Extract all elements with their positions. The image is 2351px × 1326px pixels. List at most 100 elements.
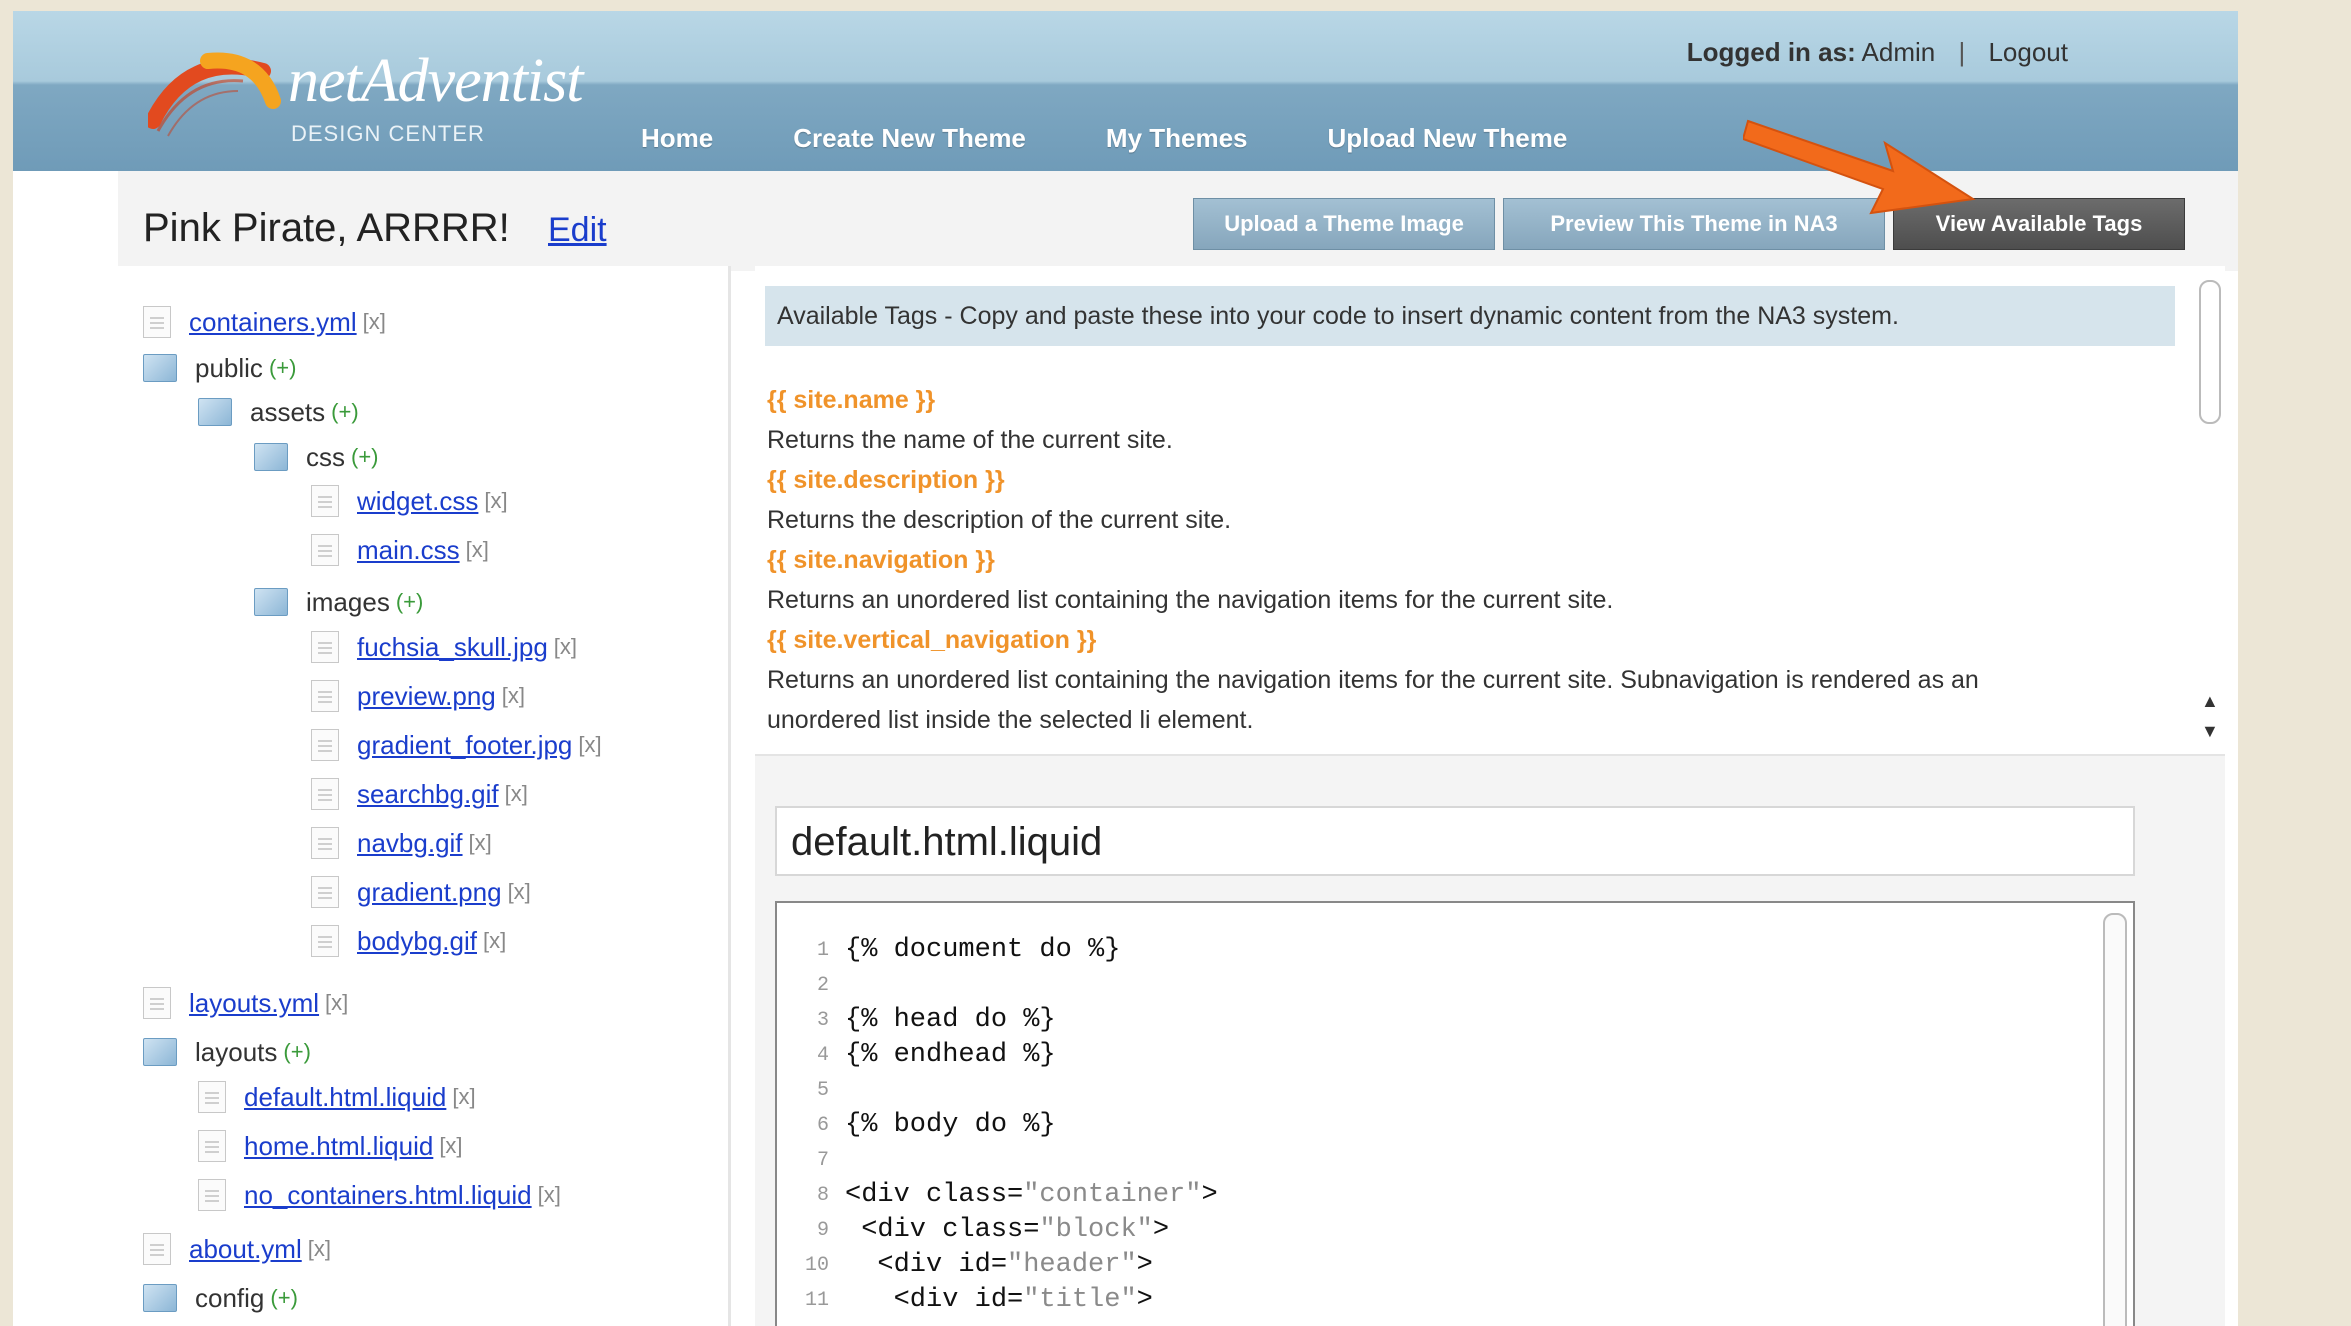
delete-file-icon[interactable]: [x]: [508, 879, 531, 905]
nav-my-themes[interactable]: My Themes: [1106, 123, 1248, 154]
tag-site-name: {{ site.name }}: [767, 386, 936, 414]
code-editor[interactable]: 1 {% document do %} 2 3 {% head do %} 4 {% …: [775, 901, 2135, 1326]
file-icon: [311, 778, 339, 810]
edit-title-link[interactable]: Edit: [548, 211, 607, 250]
tags-scrollbar[interactable]: ▲ ▼: [2195, 276, 2223, 746]
tree-folder-public: public (+): [143, 350, 296, 386]
tree-file-gradient-png: gradient.png [x]: [311, 874, 531, 910]
editor-area: default.html.liquid 1 {% document do %} 2…: [755, 756, 2225, 1326]
tag-site-vertical-navigation: {{ site.vertical_navigation }}: [767, 626, 1097, 654]
code-scrollbar[interactable]: [2103, 913, 2127, 1326]
nav-create-new-theme[interactable]: Create New Theme: [793, 123, 1026, 154]
folder-icon: [143, 1038, 177, 1066]
delete-file-icon[interactable]: [x]: [452, 1084, 475, 1110]
tree-file-widget-css: widget.css [x]: [311, 483, 508, 519]
file-link[interactable]: preview.png: [357, 681, 496, 712]
tree-file-preview-png: preview.png [x]: [311, 678, 525, 714]
folder-icon: [254, 588, 288, 616]
folder-name[interactable]: layouts: [195, 1037, 277, 1068]
delete-file-icon[interactable]: [x]: [554, 634, 577, 660]
delete-file-icon[interactable]: [x]: [325, 990, 348, 1016]
file-link[interactable]: containers.yml: [189, 307, 357, 338]
add-file-icon[interactable]: (+): [396, 589, 424, 615]
code-line: 8 <div class= "container" >: [816, 1180, 1218, 1210]
delete-file-icon[interactable]: [x]: [466, 537, 489, 563]
code-line: 4 {% endhead %}: [816, 1040, 1056, 1070]
nav-home[interactable]: Home: [641, 123, 713, 154]
delete-file-icon[interactable]: [x]: [363, 309, 386, 335]
file-link[interactable]: about.yml: [189, 1234, 302, 1265]
delete-file-icon[interactable]: [x]: [439, 1133, 462, 1159]
delete-file-icon[interactable]: [x]: [484, 488, 507, 514]
folder-name[interactable]: css: [306, 442, 345, 473]
logo[interactable]: netAdventist DESIGN CENTER: [145, 46, 618, 156]
file-link[interactable]: default.html.liquid: [244, 1082, 446, 1113]
scroll-down-icon[interactable]: ▼: [2201, 721, 2219, 742]
folder-icon: [254, 443, 288, 471]
logout-link[interactable]: Logout: [1988, 37, 2068, 67]
tree-file-no-containers-liquid: no_containers.html.liquid [x]: [198, 1177, 561, 1213]
folder-icon: [143, 354, 177, 382]
file-link[interactable]: searchbg.gif: [357, 779, 499, 810]
main-nav: Home Create New Theme My Themes Upload N…: [641, 123, 1647, 154]
tree-file-fuchsia-skull: fuchsia_skull.jpg [x]: [311, 629, 577, 665]
folder-name[interactable]: public: [195, 353, 263, 384]
tag-description: Returns an unordered list containing the…: [767, 666, 1979, 694]
delete-file-icon[interactable]: [x]: [483, 928, 506, 954]
scroll-thumb[interactable]: [2199, 280, 2221, 424]
tree-file-navbg: navbg.gif [x]: [311, 825, 492, 861]
add-file-icon[interactable]: (+): [283, 1039, 311, 1065]
file-link[interactable]: gradient_footer.jpg: [357, 730, 572, 761]
add-file-icon[interactable]: (+): [269, 355, 297, 381]
file-icon: [311, 925, 339, 957]
scroll-up-icon[interactable]: ▲: [2201, 691, 2219, 712]
tags-banner: Available Tags - Copy and paste these in…: [765, 286, 2175, 346]
file-link[interactable]: widget.css: [357, 486, 478, 517]
delete-file-icon[interactable]: [x]: [505, 781, 528, 807]
code-line: 6 {% body do %}: [816, 1110, 1056, 1140]
add-file-icon[interactable]: (+): [331, 399, 359, 425]
file-link[interactable]: bodybg.gif: [357, 926, 477, 957]
tree-file-home-liquid: home.html.liquid [x]: [198, 1128, 463, 1164]
logo-title: netAdventist: [288, 47, 583, 115]
tag-site-description: {{ site.description }}: [767, 466, 1005, 494]
tag-description: Returns the description of the current s…: [767, 506, 1232, 534]
tree-folder-images: images (+): [254, 584, 423, 620]
delete-file-icon[interactable]: [x]: [502, 683, 525, 709]
file-link[interactable]: main.css: [357, 535, 460, 566]
available-tags-panel: Available Tags - Copy and paste these in…: [755, 266, 2225, 756]
editor-filename-field[interactable]: default.html.liquid: [775, 806, 2135, 876]
file-icon: [311, 485, 339, 517]
folder-name[interactable]: assets: [250, 397, 325, 428]
arrow-pointer-icon: [1743, 119, 1976, 215]
delete-file-icon[interactable]: [x]: [469, 830, 492, 856]
file-link[interactable]: home.html.liquid: [244, 1131, 433, 1162]
add-file-icon[interactable]: (+): [270, 1285, 298, 1311]
file-link[interactable]: navbg.gif: [357, 828, 463, 859]
file-link[interactable]: gradient.png: [357, 877, 502, 908]
logged-in-user: Admin: [1861, 37, 1936, 67]
file-icon: [311, 534, 339, 566]
file-icon: [311, 827, 339, 859]
file-link[interactable]: fuchsia_skull.jpg: [357, 632, 548, 663]
file-link[interactable]: layouts.yml: [189, 988, 319, 1019]
tree-file-containers-yml: containers.yml [x]: [143, 304, 386, 340]
tree-file-gradient-footer: gradient_footer.jpg [x]: [311, 727, 602, 763]
page-title: Pink Pirate, ARRRR!: [143, 206, 510, 250]
code-line: 11 <div id= "title" >: [804, 1285, 1153, 1315]
file-tree: containers.yml [x] public (+) assets (+)…: [118, 266, 731, 1326]
folder-name[interactable]: config: [195, 1283, 264, 1314]
delete-file-icon[interactable]: [x]: [308, 1236, 331, 1262]
delete-file-icon[interactable]: [x]: [578, 732, 601, 758]
delete-file-icon[interactable]: [x]: [538, 1182, 561, 1208]
tag-description-continued: unordered list inside the selected li el…: [767, 706, 1254, 734]
file-link[interactable]: no_containers.html.liquid: [244, 1180, 532, 1211]
add-file-icon[interactable]: (+): [351, 444, 379, 470]
tree-folder-layouts: layouts (+): [143, 1034, 311, 1070]
nav-upload-new-theme[interactable]: Upload New Theme: [1328, 123, 1568, 154]
tree-file-searchbg: searchbg.gif [x]: [311, 776, 528, 812]
upload-theme-image-button[interactable]: Upload a Theme Image: [1193, 198, 1495, 250]
file-icon: [143, 1233, 171, 1265]
code-line: 1 {% document do %}: [816, 935, 1121, 965]
folder-name[interactable]: images: [306, 587, 390, 618]
